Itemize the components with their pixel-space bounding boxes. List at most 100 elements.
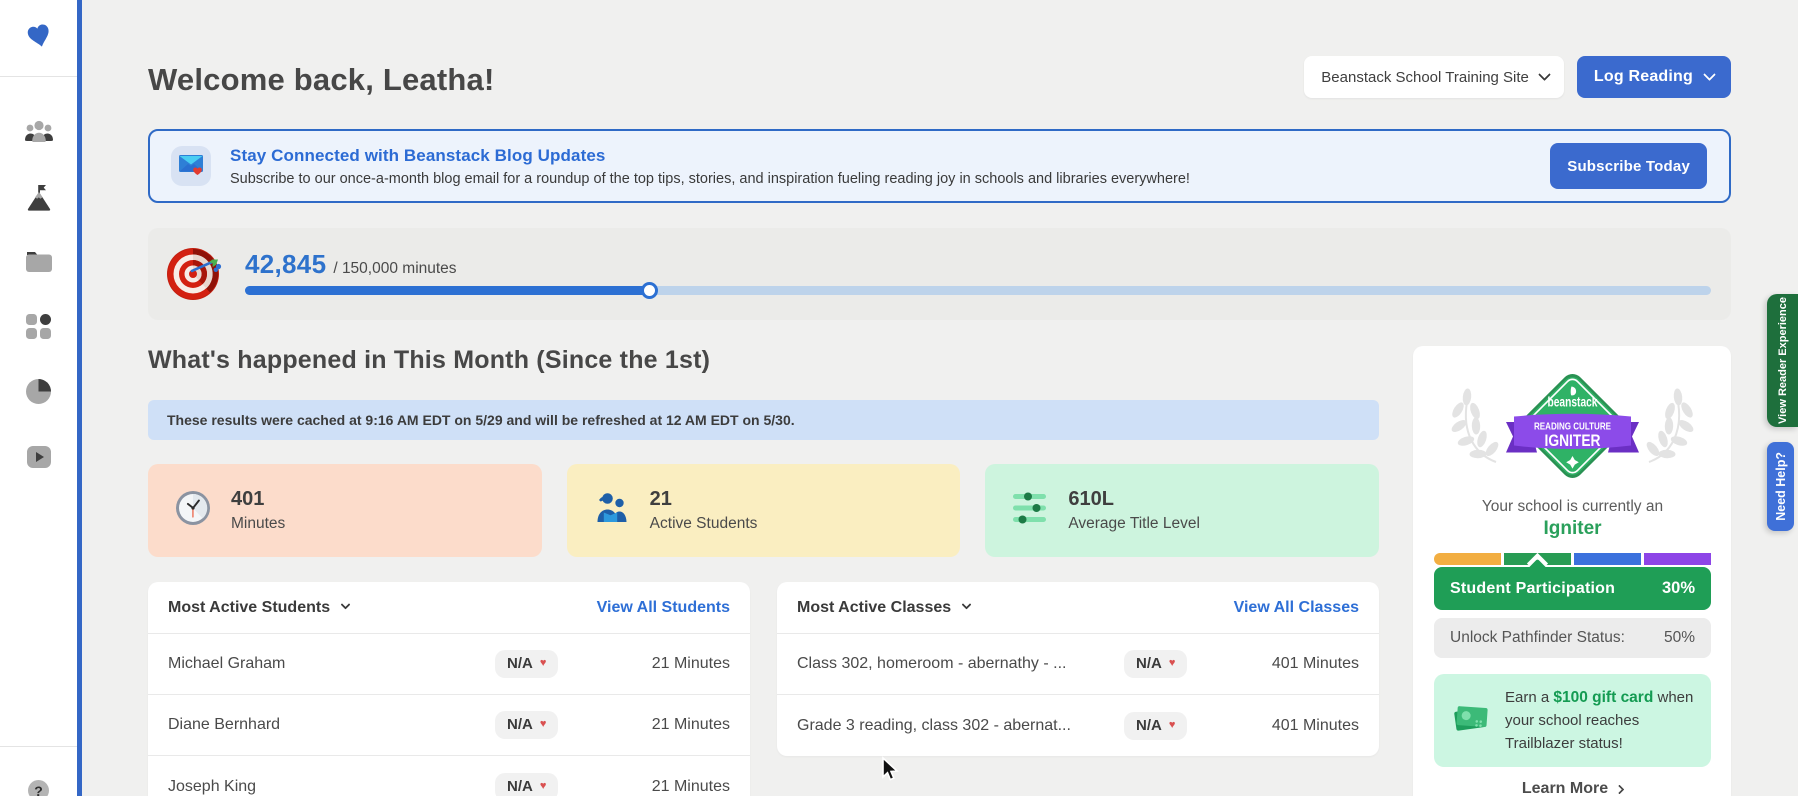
most-active-students-card: Most Active Students View All Students M… [148,582,750,796]
view-all-students-link[interactable]: View All Students [597,599,730,617]
levels-icon [1012,491,1048,530]
chevron-right-icon [1614,784,1625,794]
classes-table-title-dropdown[interactable]: Most Active Classes [797,598,972,617]
segment-trailblazer-purple [1643,553,1711,565]
beanstack-heart-logo-icon [24,19,54,58]
email-heart-icon [178,152,204,181]
cache-note: These results were cached at 9:16 AM EDT… [148,400,1379,440]
sidebar-accent-rail [77,0,82,796]
student-row[interactable]: Joseph King N/A ♥ 21 Minutes [148,756,750,796]
school-status-level: Igniter [1543,518,1602,539]
classes-table-title: Most Active Classes [797,598,952,616]
heart-icon: ♥ [1168,718,1176,731]
people-group-icon [24,119,54,150]
segment-igniter-orange [1434,553,1502,565]
banner-text: Stay Connected with Beanstack Blog Updat… [230,146,1531,187]
sidebar-item-resources[interactable] [24,250,54,278]
apps-grid-icon [25,313,52,345]
log-reading-button[interactable]: Log Reading [1576,56,1731,98]
need-help-tab[interactable]: Need Help? [1767,442,1794,531]
banner-title: Stay Connected with Beanstack Blog Updat… [230,145,606,165]
participation-label: Student Participation [1450,579,1616,597]
status-progress-segments [1434,552,1711,575]
stats-row: 401 Minutes 21 Active Students 610L Aver… [148,464,1380,557]
classes-table-header: Most Active Classes View All Classes [777,582,1379,634]
unlock-status-bar: Unlock Pathfinder Status: 50% [1434,618,1711,658]
participation-value: 30% [1661,579,1695,597]
reading-goal-card: 42,845 / 150,000 minutes [148,228,1731,320]
view-all-classes-link[interactable]: View All Classes [1234,599,1359,617]
stat-card-active-students: 21 Active Students [566,464,961,557]
learn-more-link[interactable]: Learn More [1434,780,1711,796]
sidebar-item-apps[interactable] [24,313,54,345]
view-reader-experience-tab[interactable]: View Reader Experience [1767,294,1798,427]
section-heading: What's happened in This Month (Since the… [148,346,711,374]
stat-title-level-value: 610L [1068,488,1114,510]
heart-icon: ♥ [539,718,547,730]
student-name: Diane Bernhard [168,716,281,733]
class-row[interactable]: Class 302, homeroom - abernathy - ... N/… [777,634,1379,695]
topbar: Welcome back, Leatha! Beanstack School T… [148,56,1731,98]
blog-banner: Stay Connected with Beanstack Blog Updat… [148,129,1731,203]
page-title: Welcome back, Leatha! [148,62,495,97]
stat-card-minutes: 401 Minutes [148,464,542,557]
banner-subtitle: Subscribe to our once-a-month blog email… [230,170,1190,187]
student-minutes: 21 Minutes [651,655,730,672]
student-minutes: 21 Minutes [651,777,730,795]
stat-minutes-value: 401 [231,488,265,510]
stat-minutes-text: 401 Minutes [231,488,285,533]
segment-pathfinder-blue [1573,553,1642,565]
help-icon[interactable]: ? [28,780,49,796]
class-name: Grade 3 reading, class 302 - abernat... [797,716,1071,734]
school-status-panel: beanstack READING CULTURE IGNITER Your s… [1413,346,1731,796]
goal-progress-knob[interactable] [640,282,658,299]
goal-progress-track [245,282,1711,299]
reading-level-badge: N/A ♥ [1124,711,1188,740]
subscribe-today-button[interactable]: Subscribe Today [1550,143,1707,189]
stat-title-level-text: 610L Average Title Level [1068,488,1200,533]
main-content: Welcome back, Leatha! Beanstack School T… [82,0,1798,796]
gift-card-amount: $100 gift card [1553,689,1654,706]
chevron-down-icon [1538,67,1551,81]
logo-container[interactable] [0,0,77,77]
reading-level-badge: N/A ♥ [495,772,559,796]
gift-card-promo: Earn a $100 gift card when your school r… [1434,674,1711,767]
chevron-down-icon [1703,67,1716,81]
class-minutes: 401 Minutes [1271,655,1359,672]
sidebar-item-videos[interactable] [24,445,54,473]
student-name: Joseph King [168,777,257,795]
sidebar-item-people[interactable] [24,120,54,148]
class-minutes: 401 Minutes [1271,716,1359,734]
log-reading-label: Log Reading [1593,68,1693,85]
svg-text:beanstack: beanstack [1548,395,1598,410]
email-icon-container [171,146,211,186]
site-selector-dropdown[interactable]: Beanstack School Training Site [1304,56,1564,98]
student-minutes: 21 Minutes [651,716,730,733]
stat-minutes-label: Minutes [231,515,286,532]
student-name: Michael Graham [168,655,286,672]
sidebar-footer: ? [0,746,77,796]
sidebar-item-reports[interactable] [24,378,54,410]
gift-card-text: Earn a $100 gift card when your school r… [1505,689,1694,752]
pie-chart-icon [25,378,52,410]
stat-active-students-text: 21 Active Students [650,488,758,533]
folder-icon [24,249,54,279]
heart-icon: ♥ [539,657,547,669]
student-row[interactable]: Diane Bernhard N/A ♥ 21 Minutes [148,695,750,756]
chevron-down-icon [340,599,351,610]
sidebar-nav [0,77,77,473]
reading-level-badge: N/A ♥ [495,711,559,739]
goal-progress-text: 42,845 / 150,000 minutes [245,249,1711,283]
unlock-value: 50% [1663,629,1695,646]
sidebar-item-challenges[interactable] [24,184,54,213]
view-reader-experience-label: View Reader Experience [1776,297,1789,424]
goal-current-minutes: 42,845 [245,249,327,279]
reading-culture-badge: beanstack READING CULTURE IGNITER [1434,360,1711,492]
student-row[interactable]: Michael Graham N/A ♥ 21 Minutes [148,634,750,695]
target-icon [166,245,224,308]
class-row[interactable]: Grade 3 reading, class 302 - abernat... … [777,695,1379,756]
students-table-title-dropdown[interactable]: Most Active Students [168,599,351,617]
clock-icon [175,490,211,531]
reading-level-badge: N/A ♥ [1124,650,1188,678]
learn-more-label: Learn More [1521,780,1609,796]
